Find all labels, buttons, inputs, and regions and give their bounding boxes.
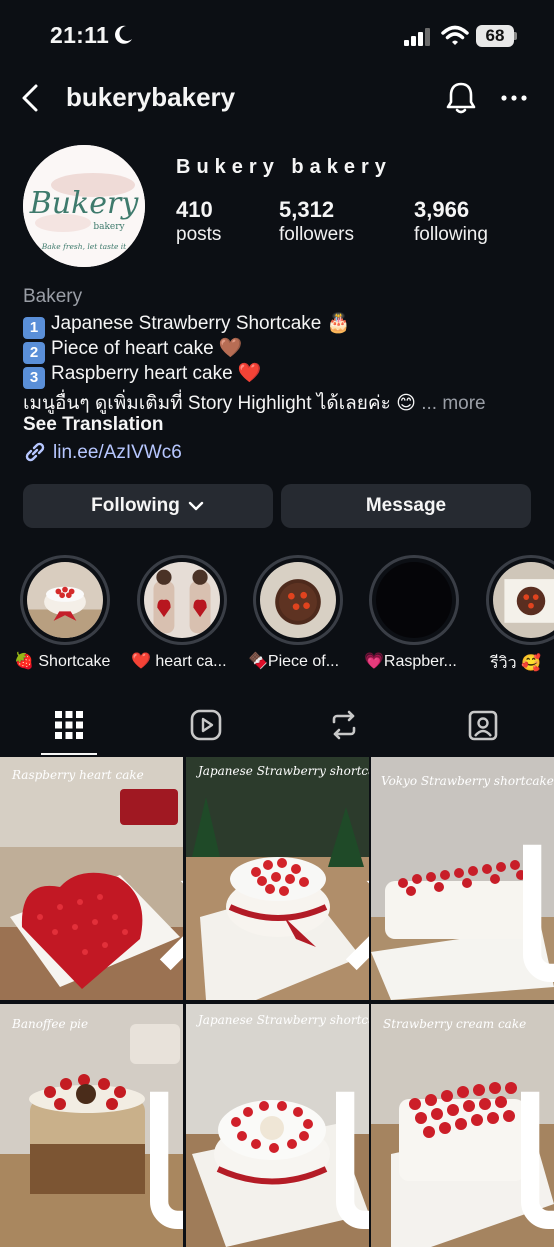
svg-text:Banoffee pie: Banoffee pie bbox=[11, 1017, 88, 1031]
post-tile-6[interactable]: Strawberry cream cake bbox=[371, 1004, 554, 1247]
tagged-tab-icon[interactable] bbox=[466, 708, 500, 742]
avatar-tagline: Bake fresh, let taste it bbox=[41, 242, 127, 251]
avatar-logo-sub: bakery bbox=[93, 222, 125, 232]
highlight-raspberry-cover bbox=[376, 562, 452, 638]
highlight-review[interactable] bbox=[486, 555, 554, 645]
following-count[interactable]: 3,966 bbox=[414, 197, 469, 223]
following-label[interactable]: following bbox=[414, 224, 488, 246]
message-button[interactable]: Message bbox=[281, 484, 531, 528]
followers-label[interactable]: followers bbox=[279, 224, 354, 246]
posts-count[interactable]: 410 bbox=[176, 197, 213, 223]
bio-more-link[interactable]: ... more bbox=[421, 393, 485, 414]
post-tile-1[interactable]: Raspberry heart cake bbox=[0, 757, 183, 1000]
avatar-logo-text: Bukery bbox=[29, 186, 140, 221]
grid-tab-icon[interactable] bbox=[52, 708, 86, 742]
highlight-heart-cake-label[interactable]: ❤️ heart ca... bbox=[131, 651, 227, 671]
reels-tab-icon[interactable] bbox=[189, 708, 223, 742]
see-translation-link[interactable]: See Translation bbox=[23, 414, 163, 436]
highlight-heart-cake[interactable] bbox=[137, 555, 227, 645]
post-tile-4[interactable]: Banoffee pie bbox=[0, 1004, 183, 1247]
display-name: Bukery bakery bbox=[176, 156, 392, 178]
link-icon bbox=[25, 442, 45, 462]
status-time: 21:11 bbox=[50, 22, 110, 48]
bio-line-2: 2 Piece of heart cake 🤎 bbox=[23, 336, 243, 364]
followers-count[interactable]: 5,312 bbox=[279, 197, 334, 223]
profile-category: Bakery bbox=[23, 286, 83, 307]
highlight-raspberry-label[interactable]: 💗Raspber... bbox=[364, 651, 457, 671]
bio-line-1: 1 Japanese Strawberry Shortcake 🎂 bbox=[23, 311, 350, 339]
profile-username: bukerybakery bbox=[66, 82, 236, 112]
bio-link-text: lin.ee/AzIVWc6 bbox=[53, 442, 182, 463]
multiple-photos-icon bbox=[521, 1091, 554, 1229]
multiple-photos-icon bbox=[150, 1091, 183, 1229]
highlight-shortcake[interactable] bbox=[20, 555, 110, 645]
bio-line-1-text: Japanese Strawberry Shortcake 🎂 bbox=[51, 313, 351, 334]
reposts-tab-icon[interactable] bbox=[327, 708, 361, 742]
following-button[interactable]: Following bbox=[23, 484, 273, 528]
battery-tip bbox=[514, 32, 517, 40]
highlight-heart-cake-cover bbox=[144, 562, 220, 638]
bio-line-3-text: Raspberry heart cake ❤️ bbox=[51, 363, 262, 384]
bio-link[interactable]: lin.ee/AzIVWc6 bbox=[23, 441, 182, 464]
chevron-down-icon bbox=[188, 501, 204, 511]
highlight-piece-of-cover bbox=[260, 562, 336, 638]
svg-text:Raspberry heart cake: Raspberry heart cake bbox=[11, 768, 144, 782]
back-icon[interactable] bbox=[16, 82, 44, 114]
svg-text:Strawberry cream cake: Strawberry cream cake bbox=[383, 1017, 526, 1031]
bio-line-2-text: Piece of heart cake 🤎 bbox=[51, 338, 243, 359]
battery-indicator: 68 bbox=[476, 25, 514, 47]
more-options-icon[interactable] bbox=[500, 84, 528, 112]
active-tab-indicator bbox=[41, 753, 97, 755]
post-tile-2[interactable]: Japanese Strawberry shortcake bbox=[186, 757, 369, 1000]
multiple-photos-icon bbox=[523, 844, 554, 982]
bio-line-4-text: เมนูอื่นๆ ดูเพิ่มเติมที่ Story Highlight… bbox=[23, 393, 416, 414]
multiple-photos-icon bbox=[336, 1091, 369, 1229]
pin-icon bbox=[345, 880, 369, 971]
bell-icon[interactable] bbox=[444, 80, 478, 116]
following-button-label: Following bbox=[91, 495, 180, 516]
post-tile-5[interactable]: Japanese Strawberry shortcake bbox=[186, 1004, 369, 1247]
highlight-review-label[interactable]: รีวิว 🥰 bbox=[490, 651, 541, 676]
bio-line-3: 3 Raspberry heart cake ❤️ bbox=[23, 361, 262, 389]
pin-icon bbox=[159, 880, 183, 971]
highlight-raspberry[interactable] bbox=[369, 555, 459, 645]
highlight-shortcake-label[interactable]: 🍓 Shortcake bbox=[14, 651, 110, 671]
highlight-shortcake-cover bbox=[27, 562, 103, 638]
moon-icon bbox=[115, 25, 132, 44]
post-tile-3[interactable]: Vokyo Strawberry shortcake bbox=[371, 757, 554, 1000]
avatar[interactable]: Bukery bakery Bake fresh, let taste it bbox=[23, 145, 145, 267]
highlight-review-cover bbox=[493, 562, 554, 638]
posts-label[interactable]: posts bbox=[176, 224, 221, 246]
highlight-piece-of[interactable] bbox=[253, 555, 343, 645]
message-button-label: Message bbox=[365, 495, 447, 516]
number-badge-3: 3 bbox=[23, 367, 45, 389]
highlight-piece-of-label[interactable]: 🍫Piece of... bbox=[248, 651, 339, 671]
signal-icon bbox=[404, 28, 430, 46]
wifi-icon bbox=[441, 25, 469, 45]
